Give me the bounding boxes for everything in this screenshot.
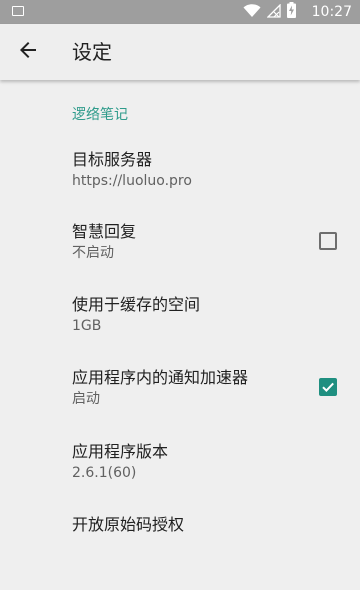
pref-title: 使用于缓存的空间 — [72, 295, 201, 314]
pref-title: 应用程序内的通知加速器 — [72, 368, 249, 387]
pref-target-server[interactable]: 目标服务器 https://luoluo.pro — [0, 140, 360, 202]
pref-smart-reply[interactable]: 智慧回复 不启动 — [0, 212, 360, 274]
wifi-icon — [243, 3, 261, 22]
pref-cache-size[interactable]: 使用于缓存的空间 1GB — [0, 285, 360, 347]
app-bar: 设定 — [0, 24, 360, 80]
pref-summary: https://luoluo.pro — [72, 173, 192, 189]
page-title: 设定 — [72, 40, 112, 64]
smart-reply-checkbox[interactable] — [319, 232, 337, 250]
check-icon — [322, 382, 334, 393]
pref-summary: 2.6.1(60) — [72, 465, 137, 481]
arrow-back-icon — [20, 42, 36, 62]
pref-summary: 不启动 — [72, 245, 114, 261]
no-signal-icon — [266, 2, 281, 22]
pref-summary: 1GB — [72, 318, 102, 334]
pref-summary: 启动 — [72, 391, 100, 407]
notification-accelerator-checkbox[interactable] — [319, 378, 337, 396]
pref-title: 开放原始码授权 — [72, 515, 185, 534]
status-time: 10:27 — [311, 4, 352, 20]
pref-title: 应用程序版本 — [72, 442, 169, 461]
pref-open-source-licenses[interactable]: 开放原始码授权 — [0, 505, 360, 555]
pref-app-version[interactable]: 应用程序版本 2.6.1(60) — [0, 432, 360, 494]
status-bar: 10:27 — [0, 0, 360, 24]
pref-notification-accelerator[interactable]: 应用程序内的通知加速器 启动 — [0, 358, 360, 420]
battery-charging-icon — [287, 2, 296, 22]
back-button[interactable] — [8, 32, 48, 72]
status-icons — [243, 2, 296, 22]
pref-title: 智慧回复 — [72, 222, 137, 241]
pref-title: 目标服务器 — [72, 150, 153, 169]
settings-list: 逻络笔记 目标服务器 https://luoluo.pro 智慧回复 不启动 使… — [0, 80, 360, 590]
image-icon — [12, 6, 24, 16]
category-header: 逻络笔记 — [72, 107, 128, 123]
